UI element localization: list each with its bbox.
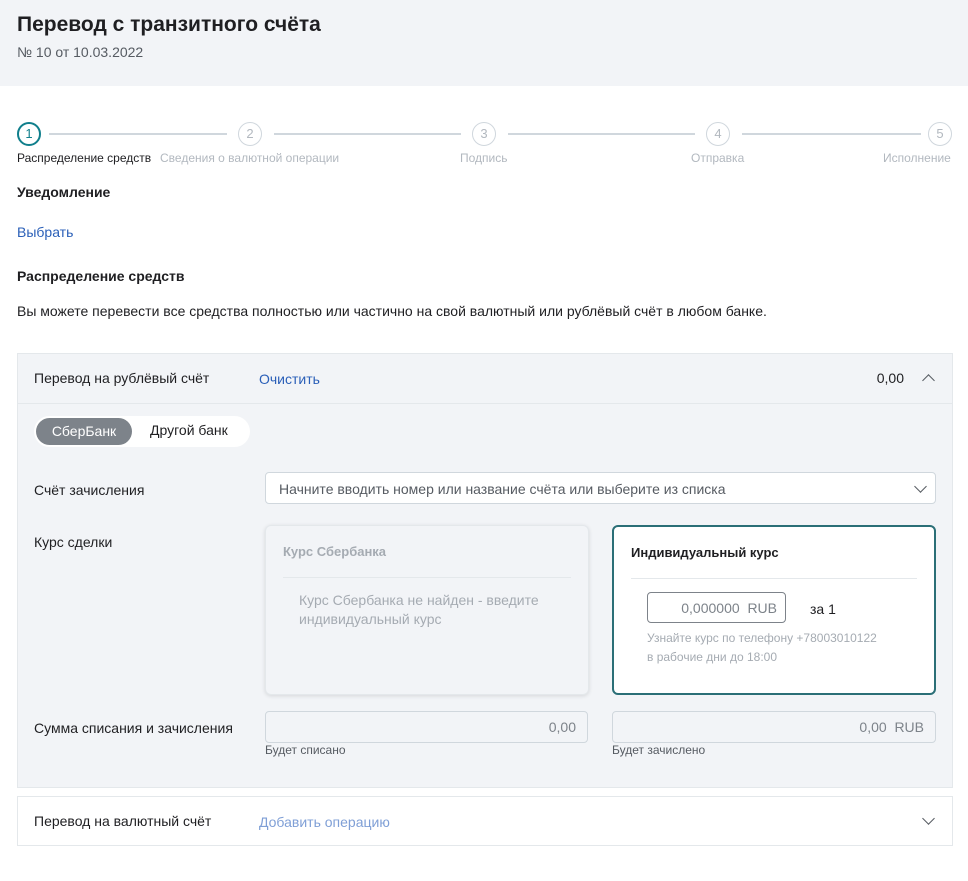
rate-hint: Узнайте курс по телефону +78003010122 в …	[647, 631, 877, 664]
credit-caption: Будет зачислено	[612, 743, 706, 757]
rub-transfer-header[interactable]: Перевод на рублёвый счёт Очистить 0,00	[18, 354, 952, 404]
rub-transfer-title: Перевод на рублёвый счёт	[34, 370, 210, 386]
step-3-indicator[interactable]: 3	[472, 122, 496, 146]
account-placeholder: Начните вводить номер или название счёта…	[279, 481, 726, 497]
step-2-indicator[interactable]: 2	[238, 122, 262, 146]
individual-rate-card[interactable]: Индивидуальный курс 0,000000 RUB за 1 Уз…	[612, 525, 936, 695]
step-4-indicator[interactable]: 4	[706, 122, 730, 146]
account-label: Счёт зачисления	[34, 482, 145, 498]
step-connector	[49, 133, 227, 135]
step-connector	[274, 133, 461, 135]
chevron-down-icon	[914, 480, 927, 493]
rub-transfer-panel: Перевод на рублёвый счёт Очистить 0,00 С…	[17, 353, 953, 788]
notification-title: Уведомление	[17, 184, 111, 200]
stepper: 1 2 3 4 5 Распределение средств Сведения…	[0, 120, 968, 170]
debit-caption: Будет списано	[265, 743, 346, 757]
step-5-label: Исполнение	[883, 151, 951, 165]
debit-amount-field[interactable]: 0,00	[265, 711, 588, 743]
bank-option-sber[interactable]: СберБанк	[36, 418, 132, 445]
step-5-indicator[interactable]: 5	[928, 122, 952, 146]
sber-rate-title: Курс Сбербанка	[283, 544, 387, 559]
divider	[283, 577, 571, 578]
rate-input[interactable]: 0,000000 RUB	[647, 592, 786, 623]
page-header: Перевод с транзитного счёта № 10 от 10.0…	[0, 0, 968, 86]
credit-amount-field[interactable]: 0,00 RUB	[612, 711, 936, 743]
sum-label: Сумма списания и зачисления	[34, 720, 233, 736]
select-notification-link[interactable]: Выбрать	[17, 224, 73, 240]
sber-rate-message: Курс Сбербанка не найден - введите индив…	[299, 592, 539, 627]
fx-transfer-panel[interactable]: Перевод на валютный счёт Добавить операц…	[17, 796, 953, 846]
distribution-description: Вы можете перевести все средства полност…	[17, 303, 767, 319]
rate-label: Курс сделки	[34, 534, 113, 550]
clear-link[interactable]: Очистить	[259, 371, 320, 387]
step-connector	[742, 133, 921, 135]
fx-transfer-title: Перевод на валютный счёт	[34, 813, 212, 829]
chevron-down-icon[interactable]	[922, 812, 935, 825]
step-3-label: Подпись	[460, 151, 508, 165]
bank-toggle: СберБанк Другой банк	[34, 416, 250, 447]
account-select[interactable]: Начните вводить номер или название счёта…	[265, 472, 936, 504]
rate-value: 0,000000 RUB	[681, 600, 777, 616]
step-1-indicator[interactable]: 1	[17, 122, 41, 146]
document-number: № 10 от 10.03.2022	[17, 44, 144, 60]
per-unit-label: за 1	[810, 601, 836, 617]
step-1-label: Распределение средств	[17, 151, 152, 165]
rub-transfer-amount: 0,00	[876, 370, 904, 386]
bank-option-other[interactable]: Другой банк	[150, 422, 228, 438]
page-title: Перевод с транзитного счёта	[17, 13, 321, 36]
sber-rate-card: Курс Сбербанка Курс Сбербанка не найден …	[265, 525, 589, 695]
individual-rate-title: Индивидуальный курс	[631, 545, 779, 560]
step-2-label: Сведения о валютной операции	[160, 151, 340, 165]
add-operation-link[interactable]: Добавить операцию	[259, 814, 390, 830]
debit-value: 0,00	[548, 719, 576, 735]
divider	[631, 578, 917, 579]
chevron-up-icon[interactable]	[922, 374, 935, 387]
credit-value: 0,00 RUB	[859, 719, 924, 735]
step-connector	[508, 133, 695, 135]
step-4-label: Отправка	[691, 151, 745, 165]
distribution-title: Распределение средств	[17, 268, 185, 284]
